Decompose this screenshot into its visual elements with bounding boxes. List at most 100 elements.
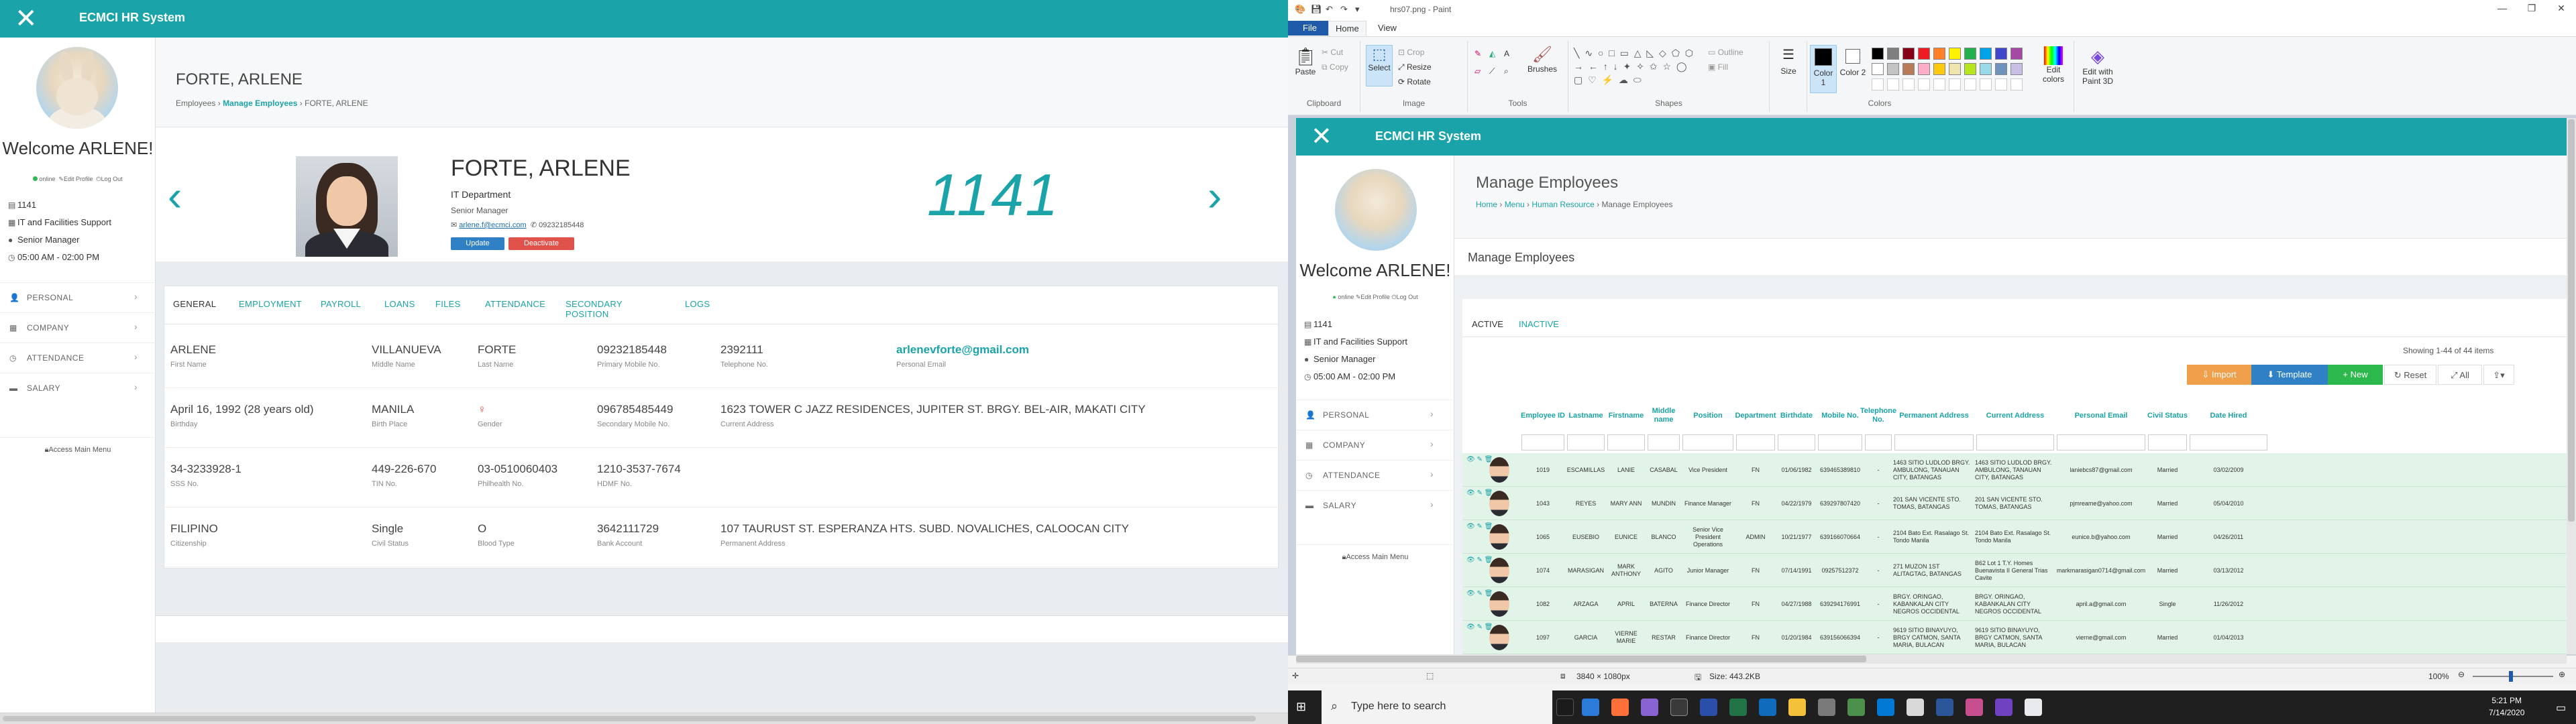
tab-view[interactable]: View (1371, 22, 1403, 37)
word-icon[interactable] (1936, 699, 1953, 716)
color2-button[interactable]: Color 2 (1839, 45, 1866, 77)
file-explorer-icon[interactable] (1788, 699, 1806, 716)
resize-button[interactable]: ⤢ Resize (1398, 62, 1432, 72)
color-swatch[interactable] (1887, 48, 1899, 60)
horizontal-scrollbar[interactable] (0, 713, 1288, 724)
app-icon[interactable] (1641, 699, 1658, 716)
color-swatch[interactable] (2010, 63, 2023, 75)
custom-color-slot[interactable] (1918, 78, 1930, 90)
color-swatch[interactable] (1949, 48, 1961, 60)
text-icon[interactable]: A (1504, 49, 1509, 58)
tab-attendance[interactable]: ATTENDANCE (485, 299, 545, 309)
zoom-slider-thumb[interactable] (2509, 671, 2513, 682)
shapes-gallery[interactable]: ╲ ∿ ○ □ ▭ △ ◺ ◇ ⬠ ⬡ → ← ↑ ↓ ✦ ✧ ✩ ☆ ◯ ▢ … (1574, 46, 1701, 86)
color-swatch[interactable] (1918, 48, 1930, 60)
custom-color-slot[interactable] (1872, 78, 1884, 90)
employee-email[interactable]: arlene.f@ecmci.com (459, 221, 526, 229)
notification-icon[interactable]: ▭ (2556, 701, 2566, 715)
outlook-icon[interactable] (1759, 699, 1776, 716)
color-swatch[interactable] (1949, 63, 1961, 75)
app-icon[interactable] (1670, 699, 1688, 716)
edit-profile-link[interactable]: Edit Profile (64, 176, 93, 182)
update-button[interactable]: Update (451, 237, 504, 250)
tab-home[interactable]: Home (1328, 21, 1366, 36)
next-arrow-icon[interactable]: › (1208, 174, 1222, 217)
deactivate-button[interactable]: Deactivate (508, 237, 574, 250)
tab-employment[interactable]: EMPLOYMENT (239, 299, 302, 309)
select-button[interactable]: ⬚ Select (1366, 45, 1393, 86)
paint3d-button[interactable]: ◈ Edit with Paint 3D (2077, 46, 2118, 86)
excel-icon[interactable] (1729, 699, 1747, 716)
app-icon[interactable] (1995, 699, 2012, 716)
color1-button[interactable]: Color 1 (1810, 45, 1837, 93)
menu-personal[interactable]: 👤 PERSONAL › (0, 282, 156, 312)
color-swatch[interactable] (1872, 63, 1884, 75)
color-swatch[interactable] (1995, 48, 2007, 60)
color-swatch[interactable] (1995, 63, 2007, 75)
tab-secondary-position[interactable]: SECONDARY POSITION (566, 299, 623, 319)
color-swatch[interactable] (1918, 63, 1930, 75)
minimize-icon[interactable]: — (2487, 3, 2517, 13)
edge-icon[interactable] (1582, 699, 1599, 716)
magnifier-icon[interactable]: ⌕ (1504, 66, 1509, 76)
tab-logs[interactable]: LOGS (685, 299, 710, 309)
task-view-icon[interactable] (1556, 699, 1574, 716)
zoom-out-icon[interactable]: ⊖ (2458, 670, 2465, 679)
fill-bucket-icon[interactable]: ◭ (1489, 49, 1495, 58)
chrome-icon[interactable] (2025, 699, 2042, 716)
copy-button[interactable]: ⧉ Copy (1322, 62, 1348, 72)
color-swatch[interactable] (1980, 63, 1992, 75)
taskbar-search[interactable]: ⌕ Type here to search (1322, 690, 1552, 724)
outline-button[interactable]: ▭ Outline (1708, 48, 1743, 57)
cut-button[interactable]: ✂ Cut (1322, 48, 1343, 57)
custom-color-slot[interactable] (1964, 78, 1976, 90)
close-window-icon[interactable]: ✕ (2546, 3, 2576, 14)
save-icon[interactable]: 💾︎ (1311, 4, 1322, 15)
vscode-icon[interactable] (1877, 699, 1894, 716)
color-swatch[interactable] (2010, 48, 2023, 60)
paste-button[interactable]: 📋︎ Paste (1293, 46, 1318, 76)
color-swatch[interactable] (1887, 63, 1899, 75)
size-button[interactable]: ☰ Size (1775, 48, 1802, 76)
undo-icon[interactable]: ↶ (1326, 4, 1333, 15)
color-swatch[interactable] (1933, 48, 1945, 60)
vertical-scrollbar[interactable] (2567, 118, 2576, 654)
breadcrumb-employees[interactable]: Employees (176, 99, 215, 108)
tab-general[interactable]: GENERAL (173, 299, 216, 309)
tab-file[interactable]: File (1288, 21, 1332, 36)
custom-color-slot[interactable] (2010, 78, 2023, 90)
custom-color-slot[interactable] (1902, 78, 1915, 90)
app-icon[interactable] (1907, 699, 1924, 716)
zoom-slider[interactable] (2473, 676, 2553, 677)
menu-attendance[interactable]: ◷ ATTENDANCE › (0, 343, 156, 372)
color-swatch[interactable] (1980, 48, 1992, 60)
menu-company[interactable]: ▦ COMPANY › (0, 312, 156, 342)
color-swatch[interactable] (1964, 63, 1976, 75)
breadcrumb-manage-employees[interactable]: Manage Employees (223, 99, 297, 108)
scroll-thumb[interactable] (3, 716, 1256, 721)
scroll-thumb[interactable] (2568, 119, 2575, 522)
crop-button[interactable]: ⊡ Crop (1398, 48, 1424, 57)
windows-start-icon[interactable]: ⊞ (1296, 700, 1306, 714)
redo-icon[interactable]: ↷ (1340, 4, 1348, 15)
color-picker-icon[interactable]: ⟋ (1489, 66, 1495, 76)
app-icon[interactable] (1847, 699, 1865, 716)
paint-horizontal-scrollbar[interactable] (1296, 654, 2567, 664)
prev-arrow-icon[interactable]: ‹ (168, 174, 182, 217)
paint-taskbar-icon[interactable] (1966, 699, 1983, 716)
color-swatch[interactable] (1964, 48, 1976, 60)
canvas-image[interactable]: ✕ ECMCI HR System Welcome ARLENE! ● onli… (1296, 118, 2567, 654)
personal-email-value[interactable]: arlenevforte@gmail.com (896, 343, 1029, 357)
app-icon[interactable] (1700, 699, 1717, 716)
brushes-button[interactable]: 🖌︎ Brushes (1525, 45, 1559, 74)
firefox-icon[interactable] (1611, 699, 1629, 716)
custom-color-slot[interactable] (1995, 78, 2007, 90)
custom-color-slot[interactable] (1887, 78, 1899, 90)
zoom-in-icon[interactable]: ⊕ (2559, 670, 2565, 679)
maximize-icon[interactable]: ❐ (2517, 3, 2546, 14)
tab-files[interactable]: FILES (435, 299, 461, 309)
tab-payroll[interactable]: PAYROLL (321, 299, 361, 309)
custom-color-slot[interactable] (1949, 78, 1961, 90)
menu-salary[interactable]: ▬ SALARY › (0, 373, 156, 402)
scroll-thumb[interactable] (1296, 656, 1866, 662)
